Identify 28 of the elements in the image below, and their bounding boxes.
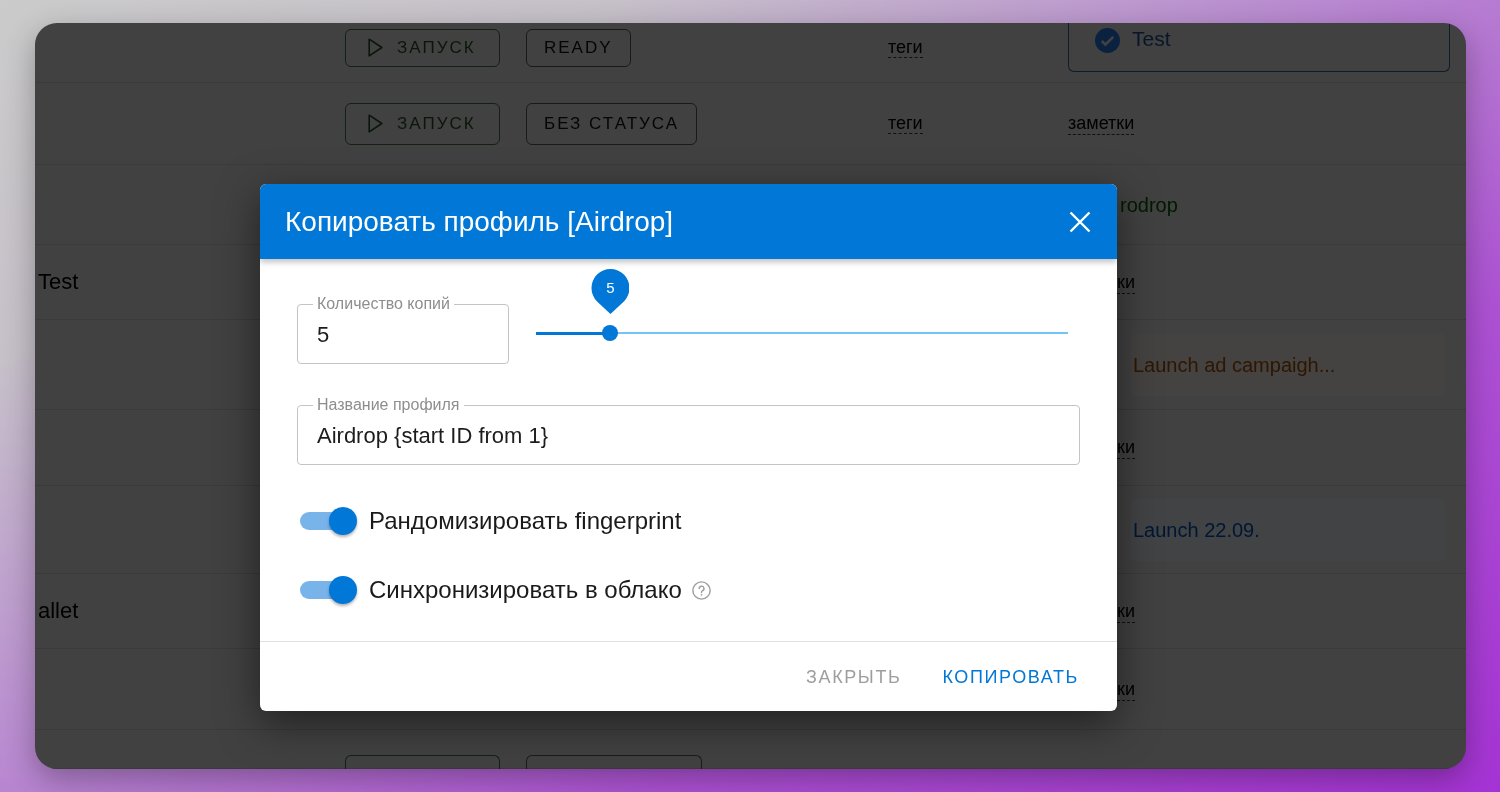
help-icon[interactable] — [691, 580, 711, 600]
copies-field[interactable]: Количество копий 5 — [297, 295, 509, 364]
note-tag: Launch 22.09. — [1131, 498, 1445, 561]
slider-value-label: 5 — [591, 269, 630, 314]
tags-link[interactable]: теги — [888, 36, 923, 58]
toggle-switch[interactable] — [300, 576, 357, 604]
switch-label: Синхронизировать в облако — [369, 576, 682, 604]
note-label: rodrop — [1120, 192, 1178, 217]
note-tag: Launch ad campaigh... — [1131, 333, 1445, 396]
close-icon — [1069, 210, 1091, 233]
tags-link[interactable]: теги — [888, 112, 923, 134]
status-button[interactable]: БЕЗ СТАТУСА — [526, 102, 698, 145]
switch-label: Рандомизировать fingerprint — [369, 507, 682, 535]
toggle-switch[interactable] — [300, 507, 357, 535]
profile-name-field[interactable]: Название профиля Airdrop {start ID from 1} — [297, 396, 1080, 465]
play-icon — [368, 38, 383, 57]
notes-link[interactable]: заметки — [1068, 112, 1135, 135]
copy-button[interactable]: КОПИРОВАТЬ — [934, 659, 1087, 694]
profile-name: allet — [38, 597, 79, 623]
chip-label: Test — [1132, 26, 1171, 52]
slider-thumb[interactable] — [602, 325, 619, 341]
cancel-button[interactable]: ЗАКРЫТЬ — [798, 659, 910, 694]
launch-button[interactable]: ЗАПУСК — [345, 28, 500, 67]
profile-name: Test — [38, 268, 79, 294]
status-button[interactable]: READY — [526, 28, 631, 67]
play-icon — [368, 114, 383, 133]
launch-button[interactable]: ЗАПУСК — [345, 102, 500, 145]
dialog-title: Копировать профиль [Airdrop] — [285, 205, 674, 238]
